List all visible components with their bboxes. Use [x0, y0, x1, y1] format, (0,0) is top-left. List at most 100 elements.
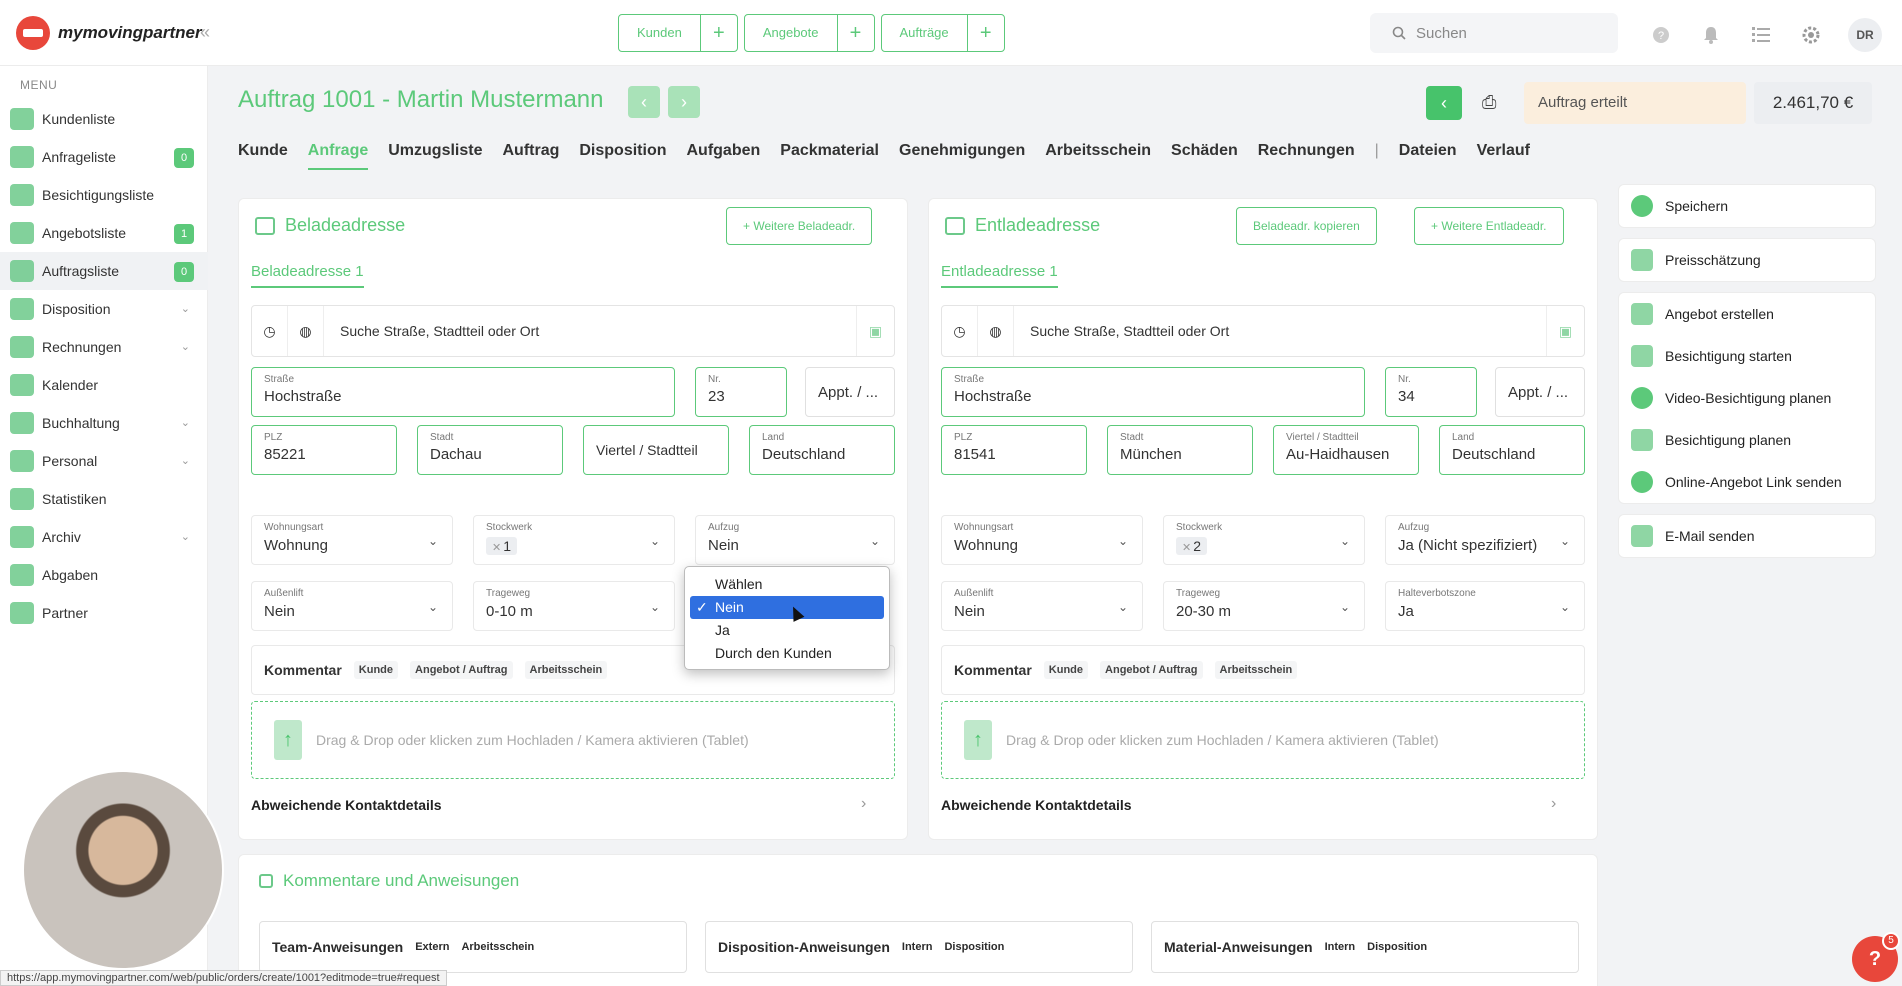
dropdown-option-nein[interactable]: ✓ Nein [690, 596, 884, 619]
back-button[interactable]: ‹ [1426, 86, 1462, 120]
add-auftrag-icon[interactable]: + [968, 15, 1004, 51]
send-email-button[interactable]: E-Mail senden [1619, 515, 1875, 557]
tag-disposition[interactable]: Disposition [1367, 941, 1427, 953]
copy-beladeadresse-button[interactable]: Beladeadr. kopieren [1236, 207, 1377, 245]
tab-genehmigungen[interactable]: Genehmigungen [899, 142, 1025, 170]
search-input[interactable]: Suchen [1370, 13, 1618, 53]
address-subtab[interactable]: Beladeadresse 1 [251, 263, 364, 288]
sidebar-item-besichtigungsliste[interactable]: Besichtigungsliste [0, 176, 208, 214]
tab-dateien[interactable]: Dateien [1399, 142, 1457, 170]
no-parking-zone-select[interactable]: Halteverbotszone Ja ⌄ [1385, 581, 1585, 631]
city-field[interactable]: Stadt Dachau [417, 425, 563, 475]
apartment-type-select[interactable]: Wohnungsart Wohnung ⌄ [941, 515, 1143, 565]
map-icon[interactable]: ▣ [856, 306, 894, 356]
tab-aufgaben[interactable]: Aufgaben [686, 142, 760, 170]
printer-icon[interactable]: ⎙ [1482, 92, 1496, 113]
sidebar-item-anfrageliste[interactable]: Anfrageliste 0 [0, 138, 208, 176]
price-estimate-button[interactable]: Preisschätzung [1619, 239, 1875, 281]
disposition-instructions-field[interactable]: Disposition-Anweisungen Intern Dispositi… [705, 921, 1133, 973]
dropdown-option-ja[interactable]: Ja [690, 619, 884, 642]
tab-rechnungen[interactable]: Rechnungen [1258, 142, 1355, 170]
plan-video-inspection-button[interactable]: Video-Besichtigung planen [1619, 377, 1875, 419]
tag-kunde[interactable]: Kunde [353, 661, 399, 679]
city-field[interactable]: Stadt München [1107, 425, 1253, 475]
tag-disposition[interactable]: Disposition [944, 941, 1004, 953]
chevron-right-icon[interactable]: › [1551, 795, 1556, 813]
next-record-icon[interactable]: › [668, 86, 700, 118]
apartment-type-select[interactable]: Wohnungsart Wohnung ⌄ [251, 515, 453, 565]
tab-disposition[interactable]: Disposition [579, 142, 666, 170]
country-field[interactable]: Land Deutschland [1439, 425, 1585, 475]
sidebar-item-auftragsliste[interactable]: Auftragsliste 0 [0, 252, 208, 290]
remove-chip-icon[interactable]: ✕ [492, 542, 501, 554]
address-search-input[interactable]: Suche Straße, Stadtteil oder Ort [324, 323, 856, 339]
carry-distance-select[interactable]: Trageweg 0-10 m ⌄ [473, 581, 675, 631]
send-offer-link-button[interactable]: Online-Angebot Link senden [1619, 461, 1875, 503]
clock-icon[interactable]: ◷ [252, 306, 288, 356]
tab-arbeitsschein[interactable]: Arbeitsschein [1045, 142, 1151, 170]
sidebar-item-abgaben[interactable]: Abgaben [0, 556, 208, 594]
tag-intern[interactable]: Intern [902, 941, 933, 953]
upload-dropzone[interactable]: ↑ Drag & Drop oder klicken zum Hochladen… [941, 701, 1585, 779]
create-offer-button[interactable]: Angebot erstellen [1619, 293, 1875, 335]
comment-field[interactable]: Kommentar Kunde Angebot / Auftrag Arbeit… [941, 645, 1585, 695]
sidebar-item-disposition[interactable]: Disposition ⌄ [0, 290, 208, 328]
chevron-right-icon[interactable]: › [861, 795, 866, 813]
add-angebot-icon[interactable]: + [838, 15, 874, 51]
tab-anfrage[interactable]: Anfrage [307, 142, 369, 170]
external-lift-select[interactable]: Außenlift Nein ⌄ [941, 581, 1143, 631]
tab-auftrag[interactable]: Auftrag [502, 142, 559, 170]
tag-intern[interactable]: Intern [1325, 941, 1356, 953]
collapse-sidebar-icon[interactable]: « [200, 22, 210, 43]
add-kunde-icon[interactable]: + [701, 15, 737, 51]
street-field[interactable]: Straße Hochstraße [941, 367, 1365, 417]
address-search-input[interactable]: Suche Straße, Stadtteil oder Ort [1014, 323, 1546, 339]
external-lift-select[interactable]: Außenlift Nein ⌄ [251, 581, 453, 631]
district-field[interactable]: Viertel / Stadtteil [583, 425, 729, 475]
contact-details-toggle[interactable]: Abweichende Kontaktdetails [251, 797, 442, 813]
upload-dropzone[interactable]: ↑ Drag & Drop oder klicken zum Hochladen… [251, 701, 895, 779]
plan-inspection-button[interactable]: Besichtigung planen [1619, 419, 1875, 461]
help-icon[interactable]: ? [1648, 22, 1674, 48]
sidebar-item-partner[interactable]: Partner [0, 594, 208, 632]
sidebar-item-angebotsliste[interactable]: Angebotsliste 1 [0, 214, 208, 252]
tag-kunde[interactable]: Kunde [1043, 661, 1089, 679]
carry-distance-select[interactable]: Trageweg 20-30 m ⌄ [1163, 581, 1365, 631]
tag-angebot-auftrag[interactable]: Angebot / Auftrag [1100, 661, 1203, 679]
contact-details-toggle[interactable]: Abweichende Kontaktdetails [941, 797, 1132, 813]
appt-field[interactable]: Appt. / ... [805, 367, 895, 417]
tag-arbeitsschein[interactable]: Arbeitsschein [1214, 661, 1298, 679]
tab-umzugsliste[interactable]: Umzugsliste [388, 142, 482, 170]
dropdown-option-waehlen[interactable]: Wählen [690, 573, 884, 596]
gear-icon[interactable] [1798, 22, 1824, 48]
district-field[interactable]: Viertel / Stadtteil Au-Haidhausen [1273, 425, 1419, 475]
number-field[interactable]: Nr. 34 [1385, 367, 1477, 417]
tasks-icon[interactable] [1748, 22, 1774, 48]
tag-arbeitsschein[interactable]: Arbeitsschein [524, 661, 608, 679]
dropdown-option-durch-kunden[interactable]: Durch den Kunden [690, 642, 884, 665]
appt-field[interactable]: Appt. / ... [1495, 367, 1585, 417]
tab-schaeden[interactable]: Schäden [1171, 142, 1238, 170]
quick-auftraege-button[interactable]: Aufträge [882, 15, 968, 51]
sidebar-item-buchhaltung[interactable]: Buchhaltung ⌄ [0, 404, 208, 442]
tab-kunde[interactable]: Kunde [238, 142, 288, 170]
start-inspection-button[interactable]: Besichtigung starten [1619, 335, 1875, 377]
globe-icon[interactable]: ◍ [288, 306, 324, 356]
floor-select[interactable]: Stockwerk ✕ 2 ⌄ [1163, 515, 1365, 565]
floor-chip[interactable]: ✕ 2 [1176, 537, 1208, 555]
clock-icon[interactable]: ◷ [942, 306, 978, 356]
number-field[interactable]: Nr. 23 [695, 367, 787, 417]
address-subtab[interactable]: Entladeadresse 1 [941, 263, 1058, 288]
sidebar-item-kundenliste[interactable]: Kundenliste [0, 100, 208, 138]
quick-angebote-button[interactable]: Angebote [745, 15, 838, 51]
team-instructions-field[interactable]: Team-Anweisungen Extern Arbeitsschein [259, 921, 687, 973]
sidebar-item-kalender[interactable]: Kalender [0, 366, 208, 404]
sidebar-item-archiv[interactable]: Archiv ⌄ [0, 518, 208, 556]
tag-extern[interactable]: Extern [415, 941, 449, 953]
floor-select[interactable]: Stockwerk ✕ 1 ⌄ [473, 515, 675, 565]
brand-logo[interactable]: mymovingpartner [16, 16, 202, 50]
tag-arbeitsschein[interactable]: Arbeitsschein [461, 941, 534, 953]
plz-field[interactable]: PLZ 85221 [251, 425, 397, 475]
user-avatar[interactable]: DR [1848, 18, 1882, 52]
remove-chip-icon[interactable]: ✕ [1182, 542, 1191, 554]
